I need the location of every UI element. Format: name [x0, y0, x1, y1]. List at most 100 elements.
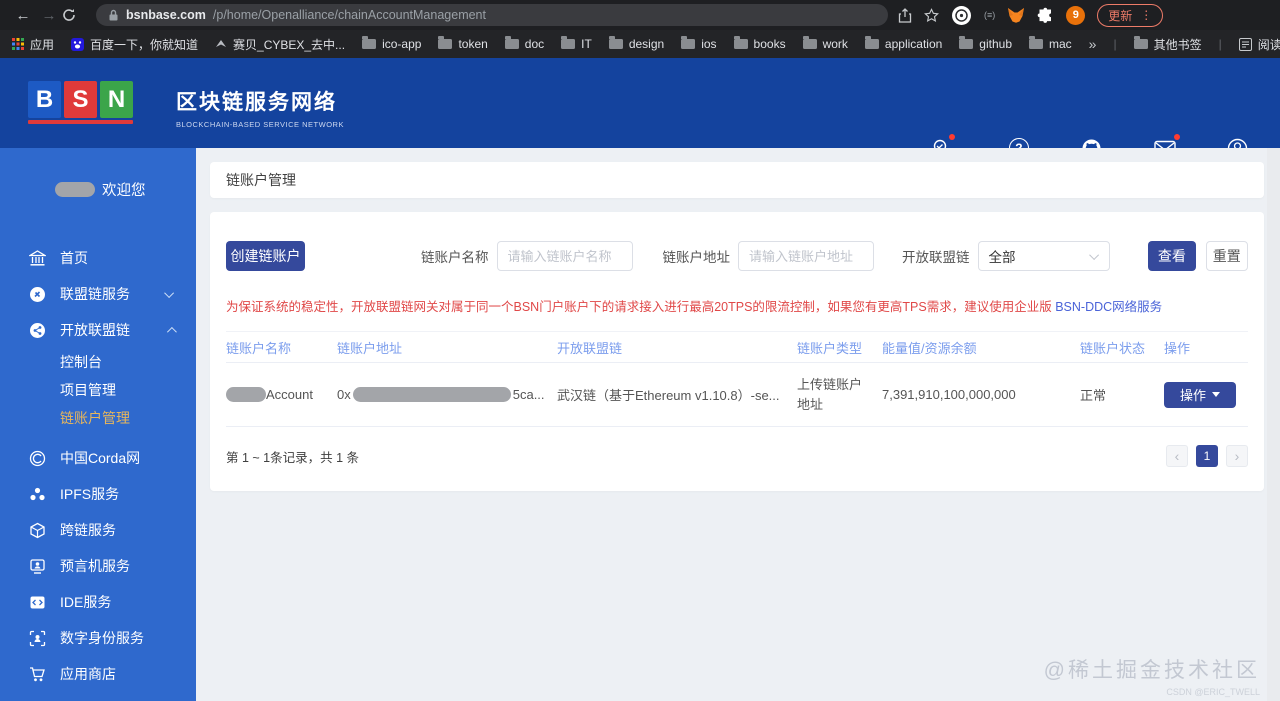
reload-icon[interactable] — [62, 8, 88, 22]
folder-icon — [681, 36, 696, 49]
page-1-button[interactable]: 1 — [1196, 445, 1218, 467]
pagination: ‹ 1 › — [1166, 445, 1248, 467]
folder-icon — [438, 36, 453, 49]
redacted-username — [55, 182, 95, 197]
profile-avatar[interactable]: 9 — [1066, 5, 1086, 25]
brand: 区块链服务网络 BLOCKCHAIN-BASED SERVICE NETWORK — [176, 86, 344, 129]
chevron-up-icon — [166, 326, 177, 337]
col-status: 链账户状态 — [1080, 340, 1146, 356]
url-domain: bsnbase.com — [126, 8, 206, 22]
forward-icon[interactable]: → — [36, 7, 62, 24]
account-address-input[interactable] — [738, 241, 875, 271]
other-bookmarks[interactable]: 其他书签 — [1133, 36, 1202, 53]
bookmark-folder-token[interactable]: token — [438, 36, 488, 51]
ipfs-icon — [28, 485, 46, 503]
page-title-bar: 链账户管理 — [210, 162, 1264, 198]
divider: | — [1113, 37, 1117, 51]
next-page-button[interactable]: › — [1226, 445, 1248, 467]
bookmark-folder-ios[interactable]: ios — [681, 36, 717, 51]
cell-action: 操作 — [1164, 381, 1248, 408]
folder-icon — [1029, 36, 1043, 49]
bookmark-folder-design[interactable]: design — [608, 36, 664, 51]
folder-icon — [733, 36, 748, 49]
scrollbar[interactable] — [1267, 148, 1280, 701]
sidebar-nav: 首页 联盟链服务 开放联盟链 控制台 项目管理 链账户管理 中国Corda网 I… — [0, 240, 196, 701]
select-value: 全部 — [988, 250, 1016, 265]
cell-open-chain: 武汉链（基于Ethereum v1.10.8）-se... — [557, 388, 780, 403]
bsn-ddc-link[interactable]: BSN-DDC网络服务 — [1055, 300, 1162, 314]
bsn-logo[interactable]: B S N — [28, 81, 133, 118]
extensions-puzzle-icon[interactable] — [1037, 7, 1054, 24]
toolbar-actions: (≡) 9 更新 ⋮ — [898, 3, 1164, 27]
chain-account-table: 链账户名称 链账户地址 开放联盟链 链账户类型 能量值/资源余额 链账户状态 操… — [226, 331, 1248, 427]
back-icon[interactable]: ← — [10, 7, 36, 24]
browser-menu-icon[interactable]: ⋮ — [1140, 8, 1152, 22]
bookmark-star-icon[interactable] — [924, 7, 939, 23]
notification-dot — [1173, 134, 1180, 140]
share-nodes-icon — [28, 321, 46, 339]
sidebar-item-ide[interactable]: IDE服务 — [0, 584, 196, 620]
view-button[interactable]: 查看 — [1148, 241, 1196, 271]
folder-icon — [561, 36, 576, 49]
reading-list[interactable]: 阅读清单 — [1238, 36, 1280, 53]
baidu-icon — [71, 37, 85, 51]
cell-balance: 7,391,910,100,000,000 — [882, 387, 1016, 402]
sidebar-item-digital-identity[interactable]: 数字身份服务 — [0, 620, 196, 656]
sidebar-item-home[interactable]: 首页 — [0, 240, 196, 276]
recorder-extension-icon[interactable] — [951, 5, 972, 26]
bookmark-apps[interactable]: 应用 — [12, 36, 54, 53]
sidebar-item-oracle[interactable]: 预言机服务 — [0, 548, 196, 584]
bookmark-folder-ico-app[interactable]: ico-app — [362, 36, 421, 51]
bookmark-folder-github[interactable]: github — [959, 36, 1012, 51]
sidebar-item-consortium-services[interactable]: 联盟链服务 — [0, 276, 196, 312]
sidebar-item-user-center[interactable]: 用户中心 — [0, 692, 196, 701]
reading-list-icon — [1238, 37, 1252, 51]
main-content: 链账户管理 创建链账户 链账户名称 链账户地址 开放联盟链 全部 查看 重置 为… — [196, 148, 1280, 701]
metamask-icon[interactable] — [1007, 7, 1025, 24]
col-open-chain: 开放联盟链 — [557, 340, 623, 356]
chevron-down-icon — [164, 287, 175, 298]
row-action-button[interactable]: 操作 — [1164, 381, 1236, 408]
share-icon[interactable] — [898, 7, 912, 23]
cart-icon — [28, 665, 46, 683]
account-name-input[interactable] — [496, 241, 633, 271]
cell-account-name: Account — [226, 387, 337, 402]
sidebar-subitem-console[interactable]: 控制台 — [0, 348, 196, 376]
bookmark-folder-it[interactable]: IT — [561, 36, 592, 51]
bookmarks-overflow-chevron[interactable]: » — [1089, 36, 1097, 52]
caret-down-icon — [1212, 392, 1220, 397]
open-chain-select[interactable]: 全部 — [977, 241, 1111, 271]
sidebar-subitem-project-management[interactable]: 项目管理 — [0, 376, 196, 404]
account-name-label: 链账户名称 — [421, 250, 489, 265]
extension-icon[interactable]: (≡) — [984, 10, 995, 20]
sidebar-item-ipfs[interactable]: IPFS服务 — [0, 476, 196, 512]
chevron-down-icon — [1089, 249, 1100, 260]
create-chain-account-button[interactable]: 创建链账户 — [226, 241, 306, 271]
bookmark-folder-books[interactable]: books — [733, 36, 786, 51]
bookmark-folder-work[interactable]: work — [802, 36, 848, 51]
reset-button[interactable]: 重置 — [1205, 241, 1248, 271]
sidebar-subitem-chain-account-management[interactable]: 链账户管理 — [0, 404, 196, 432]
chrome-update-button[interactable]: 更新 ⋮ — [1097, 3, 1164, 27]
address-bar[interactable]: bsnbase.com/p/home/Openalliance/chainAcc… — [96, 4, 888, 26]
sidebar-item-cross-chain[interactable]: 跨链服务 — [0, 512, 196, 548]
id-scan-icon — [28, 629, 46, 647]
bookmark-folder-doc[interactable]: doc — [504, 36, 544, 51]
tps-limit-notice: 为保证系统的稳定性，开放联盟链网关对属于同一个BSN门户账户下的请求接入进行最高… — [226, 300, 1163, 314]
bookmark-baidu[interactable]: 百度一下，你就知道 — [71, 36, 198, 53]
welcome-label: 欢迎您 — [102, 183, 146, 199]
logo-underline — [28, 120, 133, 124]
bookmark-folder-application[interactable]: application — [864, 36, 942, 51]
table-footer: 第 1 ~ 1条记录，共 1 条 ‹ 1 › — [226, 445, 1248, 467]
logo-letter-b: B — [28, 81, 61, 118]
sidebar-item-app-store[interactable]: 应用商店 — [0, 656, 196, 692]
prev-page-button[interactable]: ‹ — [1166, 445, 1188, 467]
bookmark-folder-mac[interactable]: mac — [1029, 36, 1072, 51]
sidebar-item-china-corda[interactable]: 中国Corda网 — [0, 440, 196, 476]
bookmark-cybex[interactable]: 赛贝_CYBEX_去中... — [215, 36, 345, 53]
col-balance: 能量值/资源余额 — [882, 340, 977, 356]
col-account-address: 链账户地址 — [337, 340, 403, 356]
sidebar-item-open-consortium[interactable]: 开放联盟链 — [0, 312, 196, 348]
cybex-icon — [215, 38, 227, 50]
consortium-chain-icon — [28, 285, 46, 303]
